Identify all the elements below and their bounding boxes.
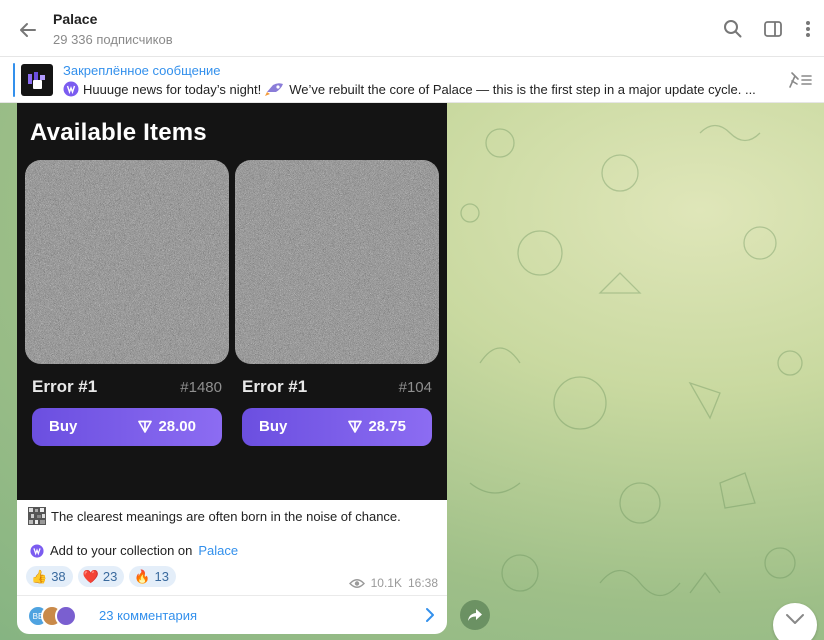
- pinned-preview: Huuuge news for today’s night! We’ve reb…: [63, 81, 775, 97]
- noise-emoji-icon: [28, 507, 46, 525]
- pinned-text-part2: We’ve rebuilt the core of Palace — this …: [289, 81, 756, 97]
- rocket-icon: [265, 83, 284, 96]
- buy-label: Buy: [49, 418, 78, 435]
- heart-icon: ❤️: [82, 568, 99, 584]
- chevron-right-icon: [426, 608, 434, 622]
- back-arrow-icon: [20, 23, 36, 37]
- view-count: 10.1K: [370, 576, 402, 590]
- item-number: #1480: [180, 379, 222, 396]
- more-vertical-icon: [806, 21, 810, 37]
- share-arrow-icon: [468, 609, 482, 621]
- chevron-down-icon: [786, 614, 804, 624]
- pinned-thumbnail: [21, 64, 53, 96]
- buy-button[interactable]: Buy 28.75: [242, 408, 432, 446]
- item-price: 28.75: [348, 418, 406, 435]
- pinned-list-button[interactable]: [786, 69, 816, 91]
- thumbs-up-icon: 👍: [31, 568, 48, 584]
- item-name: Error #1: [32, 377, 98, 396]
- post-meta: 10.1K 16:38: [348, 576, 438, 590]
- views-eye-icon: [348, 578, 365, 588]
- cta-prefix: Add to your collection on: [50, 543, 193, 558]
- pinned-label: Закреплённое сообщение: [63, 63, 221, 78]
- reaction-count: 23: [102, 569, 118, 584]
- subscriber-count: 29 336 подписчиков: [53, 32, 173, 47]
- post-media[interactable]: Available Items Error #1 #1480 Buy 28.00…: [17, 103, 447, 500]
- reaction-thumbs-up[interactable]: 👍 38: [26, 566, 73, 587]
- scroll-down-button[interactable]: [773, 603, 817, 640]
- pinned-indicator: [13, 63, 15, 97]
- post-caption: The clearest meanings are often born in …: [28, 507, 401, 525]
- reactions-bar: 👍 38 ❤️ 23 🔥 13: [26, 566, 176, 587]
- post-time: 16:38: [407, 576, 438, 590]
- commenter-avatars: BB: [27, 605, 91, 627]
- reaction-count: 13: [154, 569, 169, 584]
- more-button[interactable]: [795, 16, 821, 42]
- item-price: 28.00: [138, 418, 196, 435]
- palace-logo-icon: [63, 81, 79, 97]
- ton-icon: [138, 420, 153, 433]
- media-title: Available Items: [30, 119, 207, 146]
- post-cta: Add to your collection on Palace: [30, 543, 238, 558]
- chat-header: Palace 29 336 подписчиков: [0, 0, 824, 57]
- avatar: [55, 605, 77, 627]
- comments-count: 23 комментария: [99, 608, 197, 623]
- sidebar-toggle-icon: [764, 21, 782, 37]
- item-image[interactable]: [235, 160, 439, 364]
- comments-button[interactable]: BB 23 комментария: [17, 595, 447, 634]
- item-name: Error #1: [242, 377, 308, 396]
- ton-icon: [348, 420, 363, 433]
- reaction-heart[interactable]: ❤️ 23: [77, 566, 125, 587]
- reaction-count: 38: [51, 569, 66, 584]
- buy-label: Buy: [259, 418, 288, 435]
- reaction-fire[interactable]: 🔥 13: [129, 566, 176, 587]
- pinned-message[interactable]: Закреплённое сообщение Huuuge news for t…: [0, 57, 824, 103]
- search-icon: [724, 20, 742, 38]
- palace-link[interactable]: Palace: [198, 543, 238, 558]
- pinned-text-part1: Huuuge news for today’s night!: [83, 81, 262, 97]
- channel-title[interactable]: Palace: [53, 11, 97, 27]
- fire-icon: 🔥: [134, 568, 151, 584]
- pin-list-icon: [789, 72, 812, 88]
- channel-post: Available Items Error #1 #1480 Buy 28.00…: [17, 103, 447, 634]
- caption-text: The clearest meanings are often born in …: [51, 508, 401, 524]
- back-button[interactable]: [14, 16, 42, 44]
- search-button[interactable]: [720, 16, 746, 42]
- palace-logo-icon: [30, 543, 44, 558]
- buy-button[interactable]: Buy 28.00: [32, 408, 222, 446]
- item-image[interactable]: [25, 160, 229, 364]
- item-number: #104: [398, 379, 432, 396]
- sidebar-toggle-button[interactable]: [760, 16, 786, 42]
- share-button[interactable]: [460, 600, 490, 630]
